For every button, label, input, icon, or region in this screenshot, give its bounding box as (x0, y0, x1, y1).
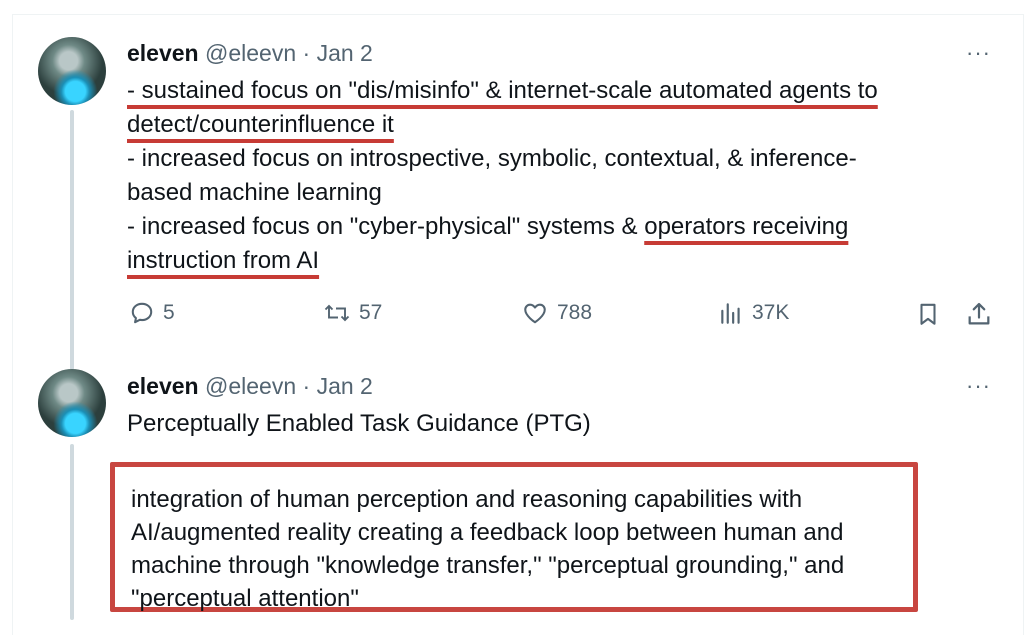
views-button[interactable]: 37K (718, 300, 789, 326)
tweet-header: eleven @eleevn · Jan 2 (127, 373, 373, 400)
text-line: integration of human perception and reas… (131, 486, 803, 513)
tweet-text: - sustained focus on "dis/misinfo" & int… (127, 74, 878, 278)
tweet-header: eleven @eleevn · Jan 2 (127, 40, 373, 67)
text-line: AI/augmented reality creating a feedback… (131, 519, 844, 546)
avatar[interactable] (38, 369, 106, 437)
repost-count: 57 (359, 301, 383, 324)
share-icon (965, 300, 993, 328)
separator-dot: · (302, 373, 311, 399)
more-icon[interactable]: ··· (966, 375, 991, 397)
bookmark-button[interactable] (915, 300, 941, 328)
author-name[interactable]: eleven (127, 373, 199, 399)
text-line: based machine learning (127, 179, 382, 206)
reply-count: 5 (163, 301, 175, 324)
reply-button[interactable]: 5 (129, 300, 175, 326)
repost-icon (323, 300, 351, 326)
text-line: - increased focus on "cyber-physical" sy… (127, 213, 645, 240)
like-icon (521, 300, 549, 326)
text-line: - increased focus on introspective, symb… (127, 145, 857, 172)
highlight-box: integration of human perception and reas… (110, 462, 918, 612)
separator-dot: · (302, 40, 311, 66)
author-handle[interactable]: @eleevn (205, 40, 296, 66)
text-line: "perceptual attention" (131, 585, 359, 612)
text-line: Perceptually Enabled Task Guidance (PTG) (127, 410, 591, 437)
share-button[interactable] (965, 300, 993, 328)
avatar[interactable] (38, 37, 106, 105)
author-name[interactable]: eleven (127, 40, 199, 66)
like-button[interactable]: 788 (521, 300, 592, 326)
like-count: 788 (557, 301, 593, 324)
underlined-text: detect/counterinfluence it (127, 111, 394, 138)
views-count: 37K (752, 301, 790, 324)
bookmark-icon (915, 300, 941, 328)
underlined-text: operators receiving (644, 213, 849, 240)
thread-connector (70, 110, 74, 370)
tweet-title: Perceptually Enabled Task Guidance (PTG) (127, 407, 591, 441)
tweet-date[interactable]: Jan 2 (317, 40, 373, 66)
author-handle[interactable]: @eleevn (205, 373, 296, 399)
underlined-text: instruction from AI (127, 247, 320, 274)
repost-button[interactable]: 57 (323, 300, 382, 326)
text-line: machine through "knowledge transfer," "p… (131, 552, 845, 579)
reply-icon (129, 300, 155, 326)
tweet-date[interactable]: Jan 2 (317, 373, 373, 399)
thread-connector (70, 444, 74, 620)
underlined-text: - sustained focus on "dis/misinfo" & int… (127, 77, 878, 104)
more-icon[interactable]: ··· (966, 42, 991, 64)
tweet-actions: 5 57 788 37K (127, 300, 997, 334)
views-icon (718, 300, 744, 326)
